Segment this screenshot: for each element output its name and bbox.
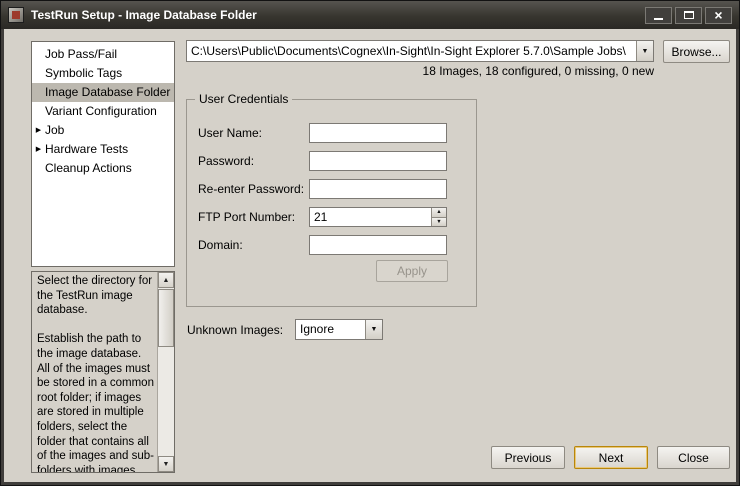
reenter-password-field[interactable] — [309, 179, 447, 199]
description-panel: Select the directory for the TestRun ima… — [31, 271, 175, 473]
next-button[interactable]: Next — [574, 446, 648, 469]
spin-up-icon[interactable]: ▲ — [432, 208, 446, 217]
previous-button[interactable]: Previous — [491, 446, 565, 469]
setup-steps-list: Job Pass/Fail Symbolic Tags Image Databa… — [31, 41, 175, 267]
apply-button[interactable]: Apply — [376, 260, 448, 282]
sidebar-item-label: Job Pass/Fail — [45, 45, 117, 64]
sidebar-item-label: Cleanup Actions — [45, 159, 132, 178]
domain-field[interactable] — [309, 235, 447, 255]
path-dropdown-button[interactable]: ▼ — [636, 41, 653, 61]
sidebar-item-cleanup-actions[interactable]: Cleanup Actions — [32, 159, 174, 178]
scroll-down-icon[interactable]: ▼ — [158, 456, 174, 472]
user-credentials-group: User Credentials User Name: Password: Re… — [186, 99, 477, 307]
unknown-images-select[interactable]: Ignore ▼ — [295, 319, 383, 340]
user-name-label: User Name: — [198, 123, 262, 143]
minimize-icon — [654, 18, 663, 20]
description-text: Select the directory for the TestRun ima… — [32, 272, 157, 472]
window-controls: × — [645, 7, 732, 24]
app-icon — [8, 7, 24, 23]
reenter-password-label: Re-enter Password: — [198, 179, 304, 199]
chevron-down-icon: ▼ — [642, 48, 649, 55]
expand-icon[interactable]: ▶ — [32, 140, 45, 159]
chevron-down-icon: ▼ — [371, 326, 378, 333]
sidebar-item-job[interactable]: ▶ Job — [32, 121, 174, 140]
testrun-setup-window: TestRun Setup - Image Database Folder × … — [0, 0, 740, 486]
minimize-button[interactable] — [645, 7, 672, 24]
titlebar[interactable]: TestRun Setup - Image Database Folder × — [1, 1, 739, 29]
scroll-up-icon[interactable]: ▲ — [158, 272, 174, 288]
close-button[interactable]: × — [705, 7, 732, 24]
sidebar-item-variant-configuration[interactable]: Variant Configuration — [32, 102, 174, 121]
browse-button[interactable]: Browse... — [663, 40, 730, 63]
sidebar-item-label: Job — [45, 121, 64, 140]
close-icon: × — [714, 8, 722, 22]
spin-down-icon[interactable]: ▼ — [432, 217, 446, 227]
expand-icon[interactable]: ▶ — [32, 121, 45, 140]
sidebar-item-image-database-folder[interactable]: Image Database Folder — [32, 83, 174, 102]
sidebar-item-label: Image Database Folder — [45, 83, 170, 102]
scrollbar-thumb[interactable] — [158, 289, 174, 347]
sidebar-item-label: Variant Configuration — [45, 102, 157, 121]
sidebar-item-job-pass-fail[interactable]: Job Pass/Fail — [32, 45, 174, 64]
password-label: Password: — [198, 151, 254, 171]
sidebar-item-symbolic-tags[interactable]: Symbolic Tags — [32, 64, 174, 83]
window-title: TestRun Setup - Image Database Folder — [31, 8, 257, 22]
sidebar-item-label: Symbolic Tags — [45, 64, 122, 83]
unknown-images-value: Ignore — [296, 320, 365, 339]
maximize-button[interactable] — [675, 7, 702, 24]
images-summary: 18 Images, 18 configured, 0 missing, 0 n… — [186, 64, 654, 78]
sidebar-item-hardware-tests[interactable]: ▶ Hardware Tests — [32, 140, 174, 159]
group-title: User Credentials — [195, 92, 292, 106]
ftp-port-label: FTP Port Number: — [198, 207, 295, 227]
description-scrollbar[interactable]: ▲ ▼ — [157, 272, 174, 472]
image-database-path-input[interactable] — [187, 41, 636, 61]
unknown-images-label: Unknown Images: — [187, 323, 283, 337]
unknown-images-dropdown-button[interactable]: ▼ — [365, 320, 382, 339]
image-database-path-combo: ▼ — [186, 40, 654, 62]
ftp-port-field[interactable] — [310, 208, 431, 226]
close-dialog-button[interactable]: Close — [657, 446, 730, 469]
maximize-icon — [684, 11, 694, 19]
ftp-port-stepper: ▲ ▼ — [309, 207, 447, 227]
password-field[interactable] — [309, 151, 447, 171]
domain-label: Domain: — [198, 235, 243, 255]
sidebar-item-label: Hardware Tests — [45, 140, 128, 159]
user-name-field[interactable] — [309, 123, 447, 143]
